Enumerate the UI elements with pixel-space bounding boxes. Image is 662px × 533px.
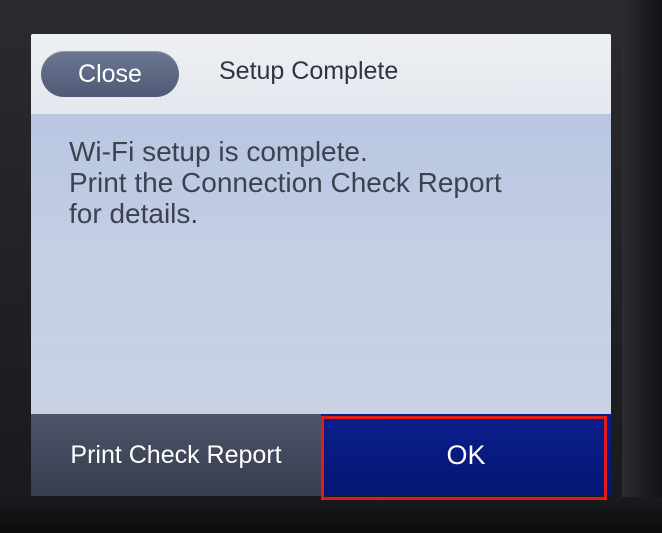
message-line-3: for details. [69,198,199,229]
printer-screen: Close Setup Complete Wi-Fi setup is comp… [31,34,611,496]
message-line-1: Wi-Fi setup is complete. [69,136,368,167]
bezel-bottom-edge [0,497,662,533]
print-check-report-button[interactable]: Print Check Report [31,414,321,496]
bezel-right-edge [622,0,662,533]
ok-button[interactable]: OK [321,414,611,496]
setup-message: Wi-Fi setup is complete. Print the Conne… [69,136,599,229]
header-bar: Close Setup Complete [31,34,611,114]
screen-title: Setup Complete [219,57,399,85]
close-button[interactable]: Close [41,51,179,97]
message-line-2: Print the Connection Check Report [69,167,502,198]
footer-bar: Print Check Report OK [31,414,611,496]
